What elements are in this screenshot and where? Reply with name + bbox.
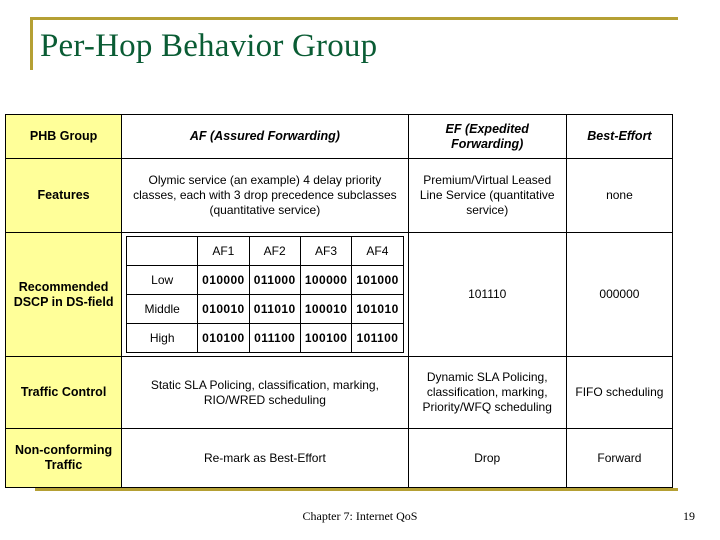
table-row: Traffic Control Static SLA Policing, cla… bbox=[4, 356, 674, 429]
dscp-code-high-af2: 011100 bbox=[248, 323, 301, 353]
dscp-precedence-low: Low bbox=[126, 265, 199, 295]
footer-rule bbox=[35, 488, 678, 491]
cell-nonconforming-best-effort: Forward bbox=[565, 428, 674, 488]
row-header-features: Features bbox=[4, 158, 123, 233]
cell-nonconforming-af: Re-mark as Best-Effort bbox=[121, 428, 409, 488]
dscp-precedence-high: High bbox=[126, 323, 199, 353]
cell-traffic-control-af: Static SLA Policing, classification, mar… bbox=[121, 356, 409, 429]
row-header-traffic-control: Traffic Control bbox=[4, 356, 123, 429]
table-row: Features Olymic service (an example) 4 d… bbox=[4, 158, 674, 233]
table-row: Non-conforming Traffic Re-mark as Best-E… bbox=[4, 428, 674, 488]
dscp-col-af3: AF3 bbox=[299, 236, 353, 266]
cell-dscp-ef: 101110 bbox=[407, 232, 567, 357]
dscp-header-row: AF1 AF2 AF3 AF4 bbox=[126, 236, 404, 266]
phb-comparison-table: PHB Group AF (Assured Forwarding) EF (Ex… bbox=[4, 114, 674, 488]
cell-features-best-effort: none bbox=[565, 158, 674, 233]
column-header-phb-group: PHB Group bbox=[4, 114, 123, 159]
cell-nonconforming-ef: Drop bbox=[407, 428, 567, 488]
row-header-nonconforming-traffic: Non-conforming Traffic bbox=[4, 428, 123, 488]
table-header-row: PHB Group AF (Assured Forwarding) EF (Ex… bbox=[4, 114, 674, 159]
dscp-code-middle-af2: 011010 bbox=[248, 294, 301, 324]
cell-dscp-af: AF1 AF2 AF3 AF4 Low 010000 011000 100000… bbox=[121, 232, 409, 357]
dscp-row-middle: Middle 010010 011010 100010 101010 bbox=[126, 294, 404, 324]
column-header-ef: EF (Expedited Forwarding) bbox=[407, 114, 567, 159]
dscp-code-high-af4: 101100 bbox=[351, 323, 404, 353]
dscp-code-high-af1: 010100 bbox=[197, 323, 250, 353]
dscp-corner-cell bbox=[126, 236, 199, 266]
dscp-precedence-middle: Middle bbox=[126, 294, 199, 324]
dscp-code-low-af1: 010000 bbox=[197, 265, 250, 295]
dscp-col-af4: AF4 bbox=[351, 236, 404, 266]
column-header-af: AF (Assured Forwarding) bbox=[121, 114, 409, 159]
dscp-code-high-af3: 100100 bbox=[299, 323, 353, 353]
cell-features-af: Olymic service (an example) 4 delay prio… bbox=[121, 158, 409, 233]
dscp-code-low-af3: 100000 bbox=[299, 265, 353, 295]
cell-features-ef: Premium/Virtual Leased Line Service (qua… bbox=[407, 158, 567, 233]
footer-page-number: 19 bbox=[683, 509, 695, 523]
table-row: Recommended DSCP in DS-field AF1 AF2 AF3… bbox=[4, 232, 674, 357]
footer-chapter-label: Chapter 7: Internet QoS bbox=[302, 509, 418, 523]
column-header-best-effort: Best-Effort bbox=[565, 114, 674, 159]
title-rule-left bbox=[30, 17, 33, 70]
cell-traffic-control-ef: Dynamic SLA Policing, classification, ma… bbox=[407, 356, 567, 429]
dscp-row-low: Low 010000 011000 100000 101000 bbox=[126, 265, 404, 295]
dscp-col-af2: AF2 bbox=[248, 236, 301, 266]
dscp-code-middle-af4: 101010 bbox=[351, 294, 404, 324]
page-title: Per-Hop Behavior Group bbox=[40, 28, 378, 64]
dscp-code-middle-af3: 100010 bbox=[299, 294, 353, 324]
dscp-col-af1: AF1 bbox=[197, 236, 250, 266]
cell-traffic-control-best-effort: FIFO scheduling bbox=[565, 356, 674, 429]
title-rule-top bbox=[30, 17, 678, 20]
row-header-recommended-dscp: Recommended DSCP in DS-field bbox=[4, 232, 123, 357]
cell-dscp-best-effort: 000000 bbox=[565, 232, 674, 357]
dscp-code-low-af4: 101000 bbox=[351, 265, 404, 295]
dscp-row-high: High 010100 011100 100100 101100 bbox=[126, 323, 404, 353]
dscp-codepoint-table: AF1 AF2 AF3 AF4 Low 010000 011000 100000… bbox=[126, 236, 404, 353]
dscp-code-middle-af1: 010010 bbox=[197, 294, 250, 324]
dscp-code-low-af2: 011000 bbox=[248, 265, 301, 295]
